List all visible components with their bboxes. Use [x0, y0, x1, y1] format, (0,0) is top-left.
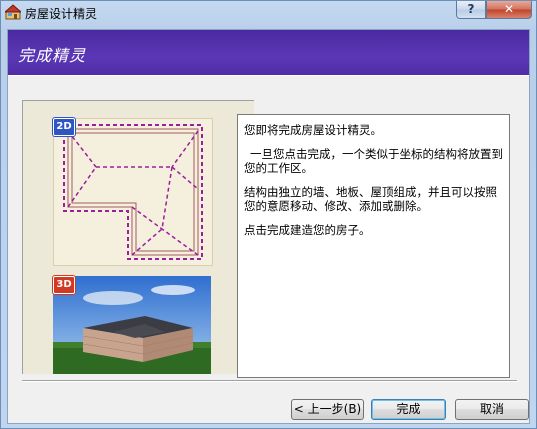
- floor-plan-preview: [53, 118, 213, 266]
- message-intro: 您即将完成房屋设计精灵。: [244, 123, 382, 137]
- header-banner: 完成精灵: [8, 30, 529, 76]
- finish-button[interactable]: 完成: [371, 399, 446, 420]
- wizard-body: 完成精灵 2D 3D 您即将完成房屋设计精灵。 一旦您点击完成，一个类似于坐标的…: [7, 29, 530, 424]
- help-button[interactable]: ?: [456, 1, 486, 19]
- message-structure: 结构由独立的墙、地板、屋顶组成，并且可以按照您的意愿移动、修改、添加或删除。: [244, 185, 497, 213]
- 2d-badge-icon: 2D: [53, 118, 75, 136]
- house-render-image: [53, 276, 211, 374]
- preview-panel: 2D 3D: [22, 100, 254, 374]
- page-title: 完成精灵: [18, 46, 87, 65]
- house-app-icon: [5, 4, 21, 20]
- close-button[interactable]: ✕: [486, 1, 532, 19]
- message-panel: 您即将完成房屋设计精灵。 一旦您点击完成，一个类似于坐标的结构将放置到您的工作区…: [237, 114, 510, 378]
- button-separator: [22, 380, 517, 382]
- message-placement: 一旦您点击完成，一个类似于坐标的结构将放置到您的工作区。: [244, 147, 503, 175]
- roof-plan-drawing: [63, 124, 203, 260]
- 3d-house-preview: [53, 276, 211, 374]
- back-button[interactable]: < 上一步(B): [291, 399, 364, 420]
- title-bar[interactable]: 房屋设计精灵 ? ✕: [1, 1, 536, 23]
- cancel-button[interactable]: 取消: [455, 399, 529, 420]
- message-action: 点击完成建造您的房子。: [244, 223, 371, 237]
- wizard-window: 房屋设计精灵 ? ✕ 完成精灵 2D 3D 您即将完成房屋设计精灵。 一旦您点击…: [0, 0, 537, 429]
- 3d-badge-icon: 3D: [53, 276, 75, 294]
- window-title: 房屋设计精灵: [25, 7, 98, 21]
